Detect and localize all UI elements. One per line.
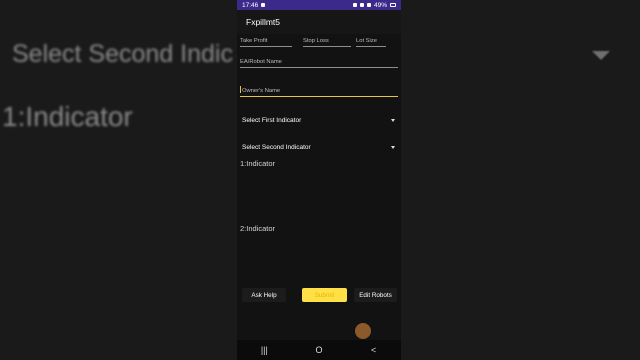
submit-button[interactable]: Submit [302, 288, 347, 302]
notification-icon [261, 3, 266, 7]
system-nav-bar: ||| O < [237, 340, 401, 360]
app-title: Fxpillmt5 [246, 17, 281, 27]
app-bar: Fxpillmt5 [237, 10, 401, 34]
indicator-2-label: 2:Indicator [240, 224, 276, 233]
alarm-icon [352, 3, 357, 7]
back-icon[interactable]: < [364, 343, 384, 357]
indicator-1-label: 1:Indicator [240, 159, 276, 168]
second-indicator-label: Select Second Indicator [242, 144, 311, 151]
first-indicator-label: Select First Indicator [242, 117, 302, 124]
text-caret [240, 86, 241, 93]
phone-screen: 17:46 49% Fxpillmt5 Take Profit Stop Los… [237, 0, 401, 360]
battery-icon [390, 3, 396, 7]
status-bar: 17:46 49% [237, 0, 401, 10]
owner-name-input[interactable]: Owner's Name [240, 86, 398, 97]
chevron-down-icon [391, 119, 395, 122]
form-content: Take Profit Stop Loss Lot Size EA/Robot … [237, 34, 401, 360]
owner-name-placeholder: Owner's Name [242, 88, 281, 94]
stop-loss-input[interactable]: Stop Loss [303, 38, 351, 47]
recents-icon[interactable]: ||| [254, 343, 274, 357]
edit-robots-button[interactable]: Edit Robots [354, 288, 397, 302]
floating-action-button[interactable] [355, 323, 371, 339]
robot-name-input[interactable]: EA/Robot Name [240, 59, 398, 68]
background-indicator-text: 1:Indicator [2, 101, 133, 132]
second-indicator-dropdown[interactable]: Select Second Indicator [242, 144, 395, 151]
first-indicator-dropdown[interactable]: Select First Indicator [242, 117, 395, 124]
status-time: 17:46 [242, 1, 259, 9]
ask-help-button[interactable]: Ask Help [242, 288, 286, 302]
wifi-icon [359, 3, 364, 7]
battery-percent: 49% [373, 1, 387, 9]
background-dropdown-arrow-icon [592, 51, 610, 60]
home-icon[interactable]: O [309, 343, 329, 357]
lot-size-input[interactable]: Lot Size [356, 38, 386, 47]
background-select-text: Select Second Indic [12, 40, 233, 68]
signal-icon [366, 3, 371, 7]
take-profit-input[interactable]: Take Profit [240, 38, 292, 47]
chevron-down-icon [391, 146, 395, 149]
